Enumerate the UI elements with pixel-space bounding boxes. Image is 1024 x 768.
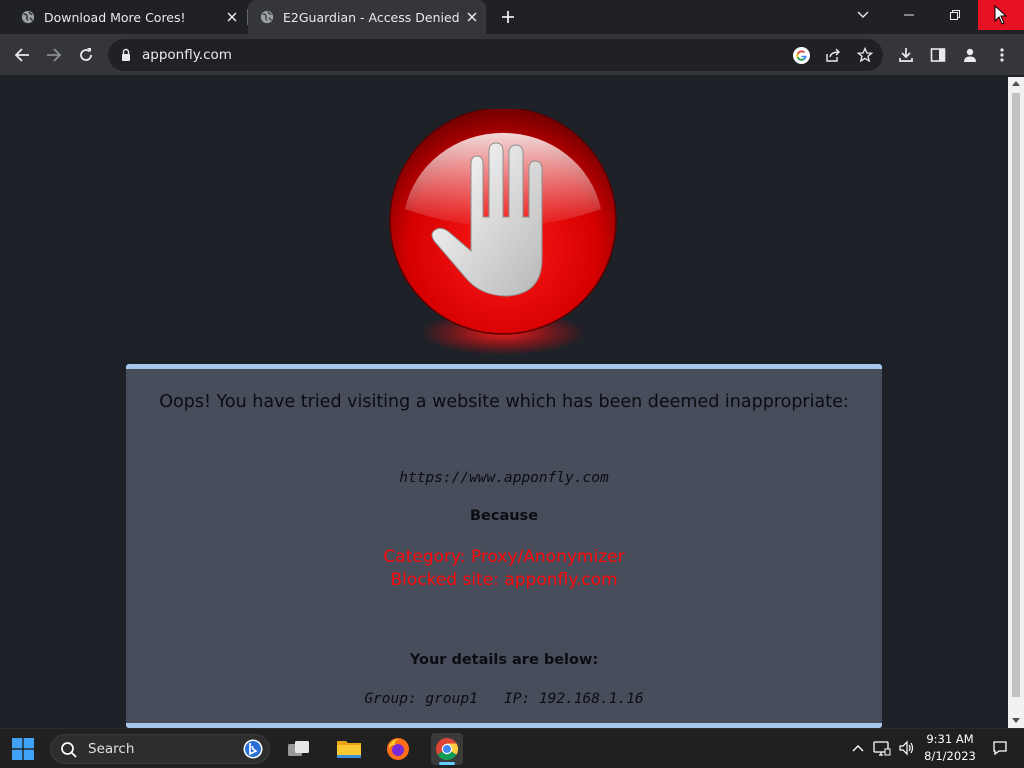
globe-icon [260, 10, 274, 24]
globe-icon [21, 10, 35, 24]
reload-icon [80, 48, 92, 61]
close-tab-icon[interactable] [464, 9, 480, 25]
windows-start-icon[interactable] [12, 738, 34, 760]
scroll-down-icon[interactable] [1012, 718, 1020, 723]
search-label: Search [88, 741, 135, 757]
vertical-scrollbar[interactable] [1008, 77, 1024, 728]
network-button[interactable] [873, 739, 891, 757]
task-view-button[interactable] [283, 733, 315, 765]
address-text[interactable]: apponfly.com [142, 47, 232, 63]
tab-title: E2Guardian - Access Denied [283, 9, 460, 25]
back-icon [14, 48, 29, 62]
show-hidden-icons-button[interactable] [849, 739, 867, 757]
chrome-button[interactable] [431, 733, 463, 765]
reload-button[interactable] [75, 44, 97, 66]
blocked-site: Blocked site: apponfly.com [390, 570, 618, 590]
menu-icon [1000, 48, 1004, 62]
notification-button[interactable] [991, 739, 1009, 757]
clock-date: 8/1/2023 [924, 749, 976, 763]
volume-button[interactable] [897, 739, 915, 757]
taskbar: Search 9:31 AM 8/1/2023 [0, 728, 1024, 768]
minimize-button[interactable] [886, 0, 932, 30]
scroll-up-icon[interactable] [1012, 81, 1020, 86]
chevron-down-icon [857, 11, 869, 18]
file-explorer-button[interactable] [333, 733, 365, 765]
bing-icon[interactable] [243, 739, 263, 759]
lock-icon[interactable] [119, 48, 133, 62]
side-panel-button[interactable] [927, 44, 949, 66]
restore-icon [950, 10, 960, 20]
tab-title: Download More Cores! [44, 9, 186, 25]
google-icon[interactable] [791, 45, 811, 65]
chevron-up-icon [852, 745, 864, 752]
download-icon [899, 48, 913, 62]
file-explorer-icon [337, 741, 361, 758]
clock-time: 9:31 AM [926, 732, 974, 746]
profile-icon [964, 48, 976, 62]
tab-search-button[interactable] [840, 0, 886, 30]
tab-e2guardian-access-denied[interactable]: E2Guardian - Access Denied [248, 0, 486, 34]
new-tab-button[interactable] [498, 7, 518, 27]
restore-button[interactable] [932, 0, 978, 30]
stop-hand-icon [389, 109, 617, 355]
cursor-icon [994, 5, 1008, 25]
menu-button[interactable] [991, 44, 1013, 66]
blocked-url: https://www.apponfly.com [399, 470, 609, 486]
tab-strip: Download More Cores! E2Guardian - Access… [0, 0, 1024, 34]
plus-icon [502, 11, 514, 23]
forward-button[interactable] [43, 44, 65, 66]
downloads-button[interactable] [895, 44, 917, 66]
user-details: Group: group1 IP: 192.168.1.16 [364, 691, 644, 707]
details-heading: Your details are below: [409, 652, 599, 668]
task-view-icon [288, 741, 309, 756]
volume-icon [899, 740, 914, 756]
close-window-button[interactable] [978, 0, 1024, 30]
back-button[interactable] [11, 44, 33, 66]
side-panel-icon [930, 48, 946, 62]
because-label: Because [469, 508, 539, 524]
access-denied-panel: Oops! You have tried visiting a website … [126, 364, 882, 728]
forward-icon [47, 48, 62, 62]
taskbar-clock[interactable]: 9:31 AM 8/1/2023 [917, 731, 983, 765]
close-tab-icon[interactable] [224, 9, 240, 25]
chrome-icon [436, 738, 458, 760]
page-headline: Oops! You have tried visiting a website … [159, 392, 849, 412]
taskbar-search-box[interactable]: Search [50, 734, 270, 764]
firefox-button[interactable] [382, 733, 414, 765]
profile-button[interactable] [959, 44, 981, 66]
page-viewport: Oops! You have tried visiting a website … [0, 77, 1008, 728]
active-app-indicator [439, 762, 455, 765]
block-category: Category: Proxy/Anonymizer [383, 547, 625, 567]
search-icon [61, 742, 77, 758]
notification-icon [993, 741, 1007, 756]
address-bar[interactable]: apponfly.com [108, 39, 883, 71]
scrollbar-thumb[interactable] [1012, 93, 1020, 697]
network-icon [873, 741, 891, 756]
browser-toolbar: apponfly.com [0, 34, 1024, 76]
firefox-icon [387, 738, 409, 760]
share-icon[interactable] [823, 45, 843, 65]
tab-download-more-cores[interactable]: Download More Cores! [0, 0, 246, 34]
minimize-icon [904, 14, 914, 16]
star-icon[interactable] [855, 45, 875, 65]
